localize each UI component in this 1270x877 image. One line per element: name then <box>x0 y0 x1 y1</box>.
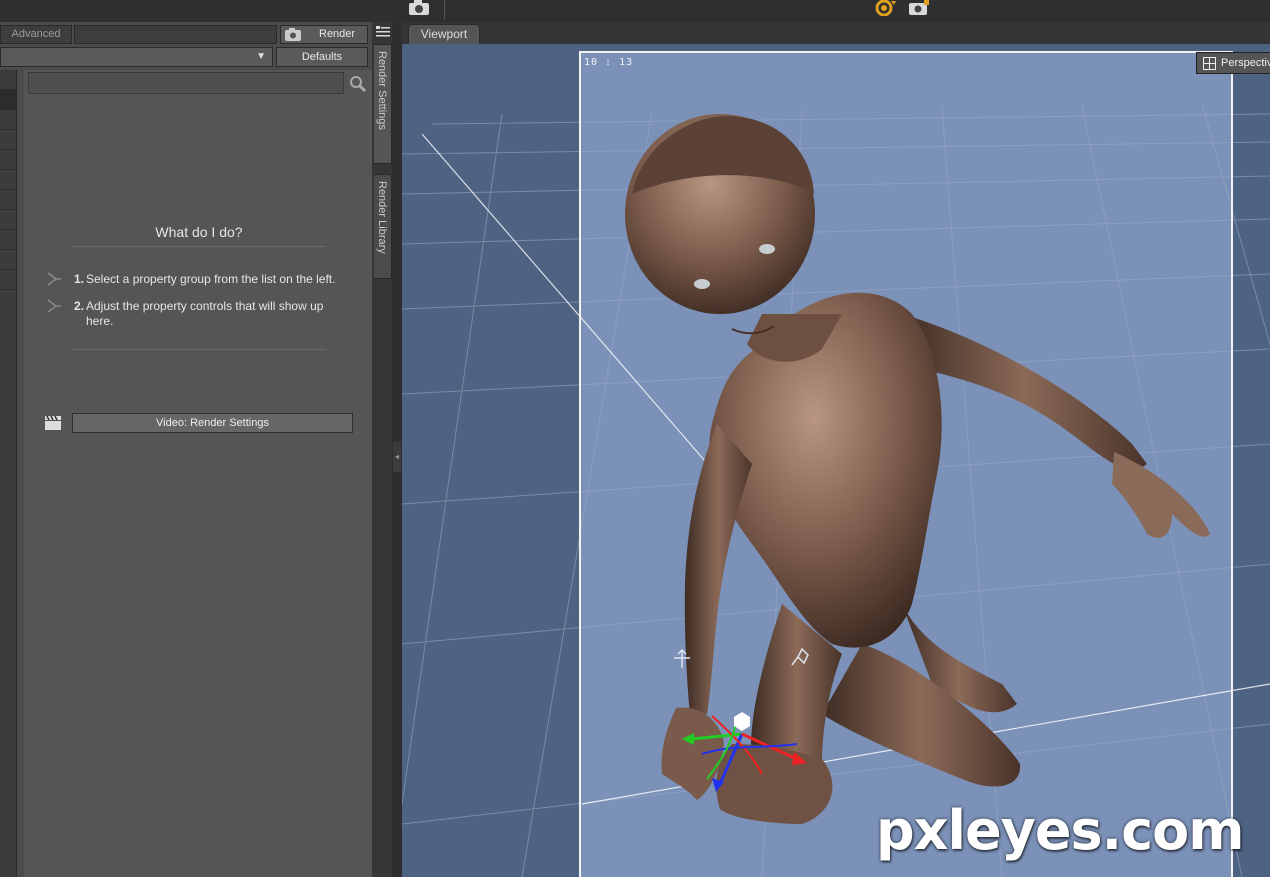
render-spin-icon[interactable] <box>874 0 898 16</box>
render-button-label: Render <box>319 28 356 40</box>
tab-render-settings[interactable]: Render Settings <box>374 44 392 164</box>
property-hint-icon <box>47 299 61 313</box>
list-item[interactable] <box>0 230 16 250</box>
divider <box>72 349 326 350</box>
list-item[interactable] <box>0 110 16 130</box>
tab-label: Render Settings <box>376 51 388 130</box>
step-text: Select a property group from the list on… <box>86 272 336 286</box>
list-item[interactable] <box>0 270 16 290</box>
tab-viewport[interactable]: Viewport <box>408 24 480 44</box>
property-group-list[interactable] <box>0 70 17 877</box>
video-render-settings-button[interactable]: Video: Render Settings <box>72 413 353 433</box>
camera-icon[interactable] <box>408 0 430 16</box>
daz-studio-window: Advanced Render ▼ Defaults What do I do?… <box>0 0 1270 877</box>
divider <box>72 246 326 247</box>
preset-dropdown[interactable]: ▼ <box>0 47 273 67</box>
step-text: Adjust the property controls that will s… <box>86 299 324 328</box>
tab-bar-fill <box>74 25 277 44</box>
watermark-text: pxleyes.com <box>876 799 1244 862</box>
list-item[interactable] <box>0 90 16 110</box>
list-item[interactable] <box>0 130 16 150</box>
pane-tab-strip: Render Settings Render Library <box>372 22 392 877</box>
list-item[interactable] <box>0 210 16 230</box>
property-editor: What do I do? 1. Select a property group… <box>24 70 372 877</box>
list-item[interactable] <box>0 250 16 270</box>
camera-icon <box>285 28 301 41</box>
defaults-button[interactable]: Defaults <box>276 47 368 67</box>
viewport-tab-bar: Viewport <box>402 22 1270 44</box>
pane-splitter[interactable]: ◂ <box>392 22 402 877</box>
search-input[interactable] <box>28 72 344 94</box>
camera-label: Perspective <box>1221 57 1270 69</box>
tab-render-library[interactable]: Render Library <box>374 174 392 279</box>
scene-render <box>402 51 1270 877</box>
frame-label: 10 : 13 <box>584 57 634 68</box>
clapperboard-icon <box>45 415 61 430</box>
list-item[interactable] <box>0 170 16 190</box>
list-item[interactable] <box>0 150 16 170</box>
toolbar-separator <box>444 0 445 20</box>
perspective-grid-icon <box>1203 57 1216 70</box>
render-camera-icon[interactable] <box>908 0 930 16</box>
list-item[interactable] <box>0 70 16 90</box>
step-number: 2. <box>74 299 85 313</box>
help-title: What do I do? <box>155 224 243 240</box>
camera-selector-button[interactable]: Perspective <box>1196 52 1270 74</box>
step-number: 1. <box>74 272 85 286</box>
collapse-arrow-icon[interactable]: ◂ <box>393 442 401 472</box>
top-toolbar <box>0 0 1270 22</box>
tab-label: Render Library <box>376 181 388 254</box>
list-item[interactable] <box>0 190 16 210</box>
menu-lines-icon[interactable] <box>376 26 390 38</box>
viewport-canvas[interactable]: 10 : 13 Perspective pxleyes.com <box>402 44 1270 877</box>
tab-advanced[interactable]: Advanced <box>0 25 72 44</box>
property-hint-icon <box>47 272 61 286</box>
render-button[interactable]: Render <box>280 25 368 44</box>
search-icon[interactable] <box>349 75 367 93</box>
render-settings-pane: Advanced Render ▼ Defaults What do I do?… <box>0 22 372 877</box>
chevron-down-icon: ▼ <box>256 51 266 62</box>
